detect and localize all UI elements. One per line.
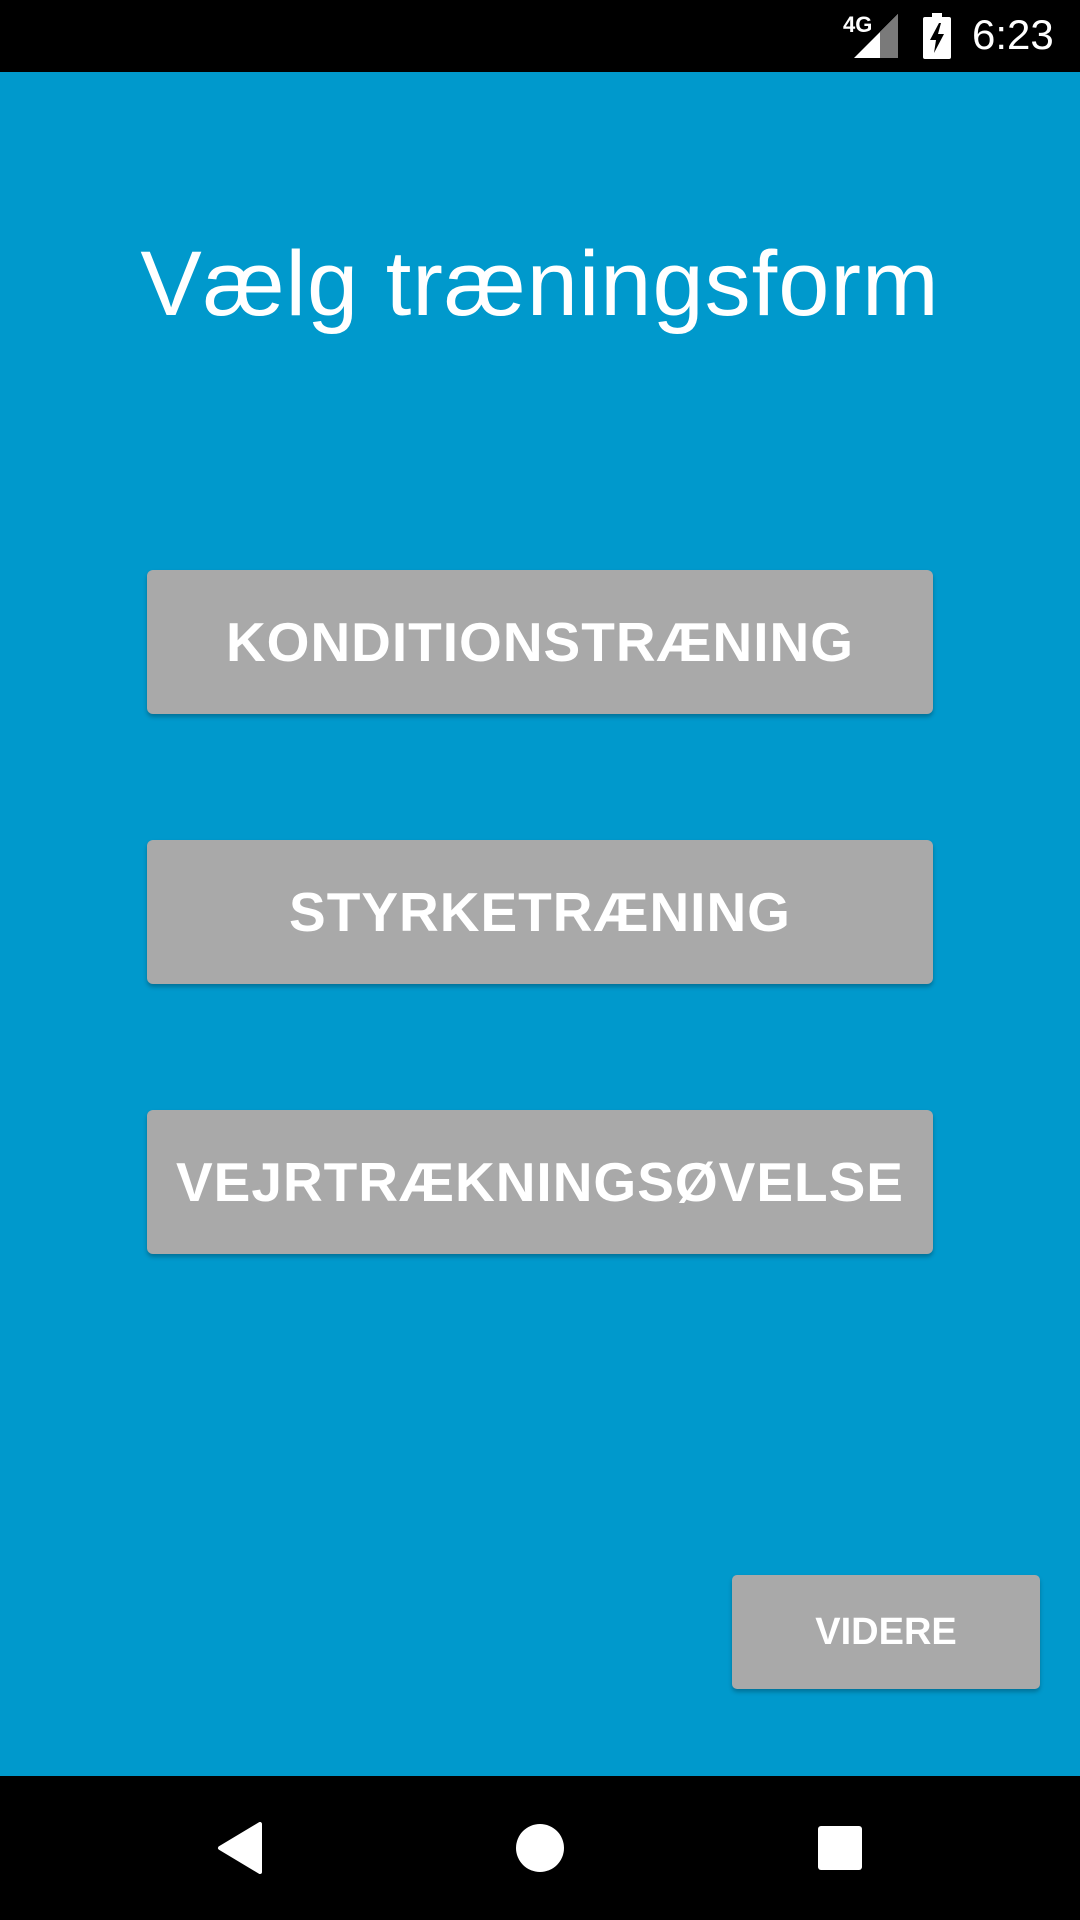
home-icon bbox=[516, 1824, 564, 1872]
breathing-exercise-button[interactable]: VEJRTRÆKNINGSØVELSE bbox=[147, 1110, 933, 1254]
status-bar: 4G 6:23 bbox=[0, 0, 1080, 72]
recents-button[interactable] bbox=[804, 1812, 876, 1884]
main-screen: Vælg træningsform KONDITIONSTRÆNING STYR… bbox=[0, 72, 1080, 1776]
battery-charging-icon bbox=[923, 13, 951, 59]
back-icon bbox=[218, 1822, 262, 1874]
recents-icon bbox=[818, 1826, 862, 1870]
home-button[interactable] bbox=[504, 1812, 576, 1884]
back-button[interactable] bbox=[204, 1812, 276, 1884]
signal-icon bbox=[854, 14, 898, 58]
next-button[interactable]: VIDERE bbox=[732, 1575, 1040, 1689]
navigation-bar bbox=[0, 1776, 1080, 1920]
page-title: Vælg træningsform bbox=[140, 233, 940, 335]
strength-training-button[interactable]: STYRKETRÆNING bbox=[147, 840, 933, 984]
cardio-training-button[interactable]: KONDITIONSTRÆNING bbox=[147, 570, 933, 714]
clock: 6:23 bbox=[972, 11, 1054, 58]
